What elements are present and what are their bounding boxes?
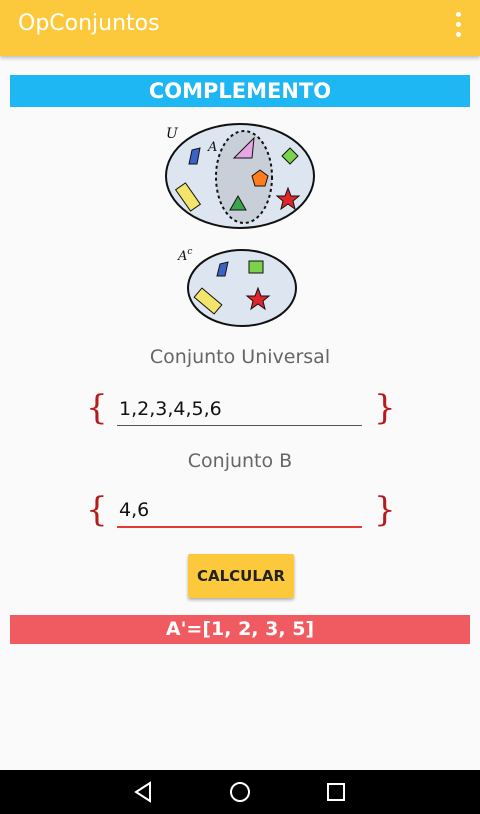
complement-ellipse — [187, 249, 297, 327]
section-title: COMPLEMENTO — [10, 75, 470, 107]
close-brace-b: } — [374, 490, 396, 530]
more-vert-icon[interactable] — [450, 10, 466, 40]
calculate-button[interactable]: CALCULAR — [188, 554, 294, 598]
universe-label: U — [166, 126, 179, 142]
universal-label: Conjunto Universal — [149, 346, 331, 368]
open-brace-b: { — [86, 490, 108, 530]
close-brace: } — [374, 388, 396, 428]
venn-diagram: U A Ac — [165, 123, 315, 327]
set-b-label: Conjunto B — [187, 450, 293, 472]
set-a-label: A — [207, 140, 217, 155]
result-banner: A'=[1, 2, 3, 5] — [10, 615, 470, 644]
recents-square-icon[interactable] — [324, 780, 348, 804]
green-shape-c — [248, 260, 264, 274]
home-circle-icon[interactable] — [228, 780, 252, 804]
set-b-input[interactable] — [117, 494, 362, 528]
system-nav-bar — [0, 770, 480, 814]
open-brace: { — [86, 388, 108, 428]
universal-input[interactable] — [117, 392, 362, 426]
app-title: OpConjuntos — [18, 11, 160, 36]
back-triangle-icon[interactable] — [132, 780, 156, 804]
app-bar: OpConjuntos — [0, 0, 480, 56]
complement-label: Ac — [177, 247, 192, 264]
